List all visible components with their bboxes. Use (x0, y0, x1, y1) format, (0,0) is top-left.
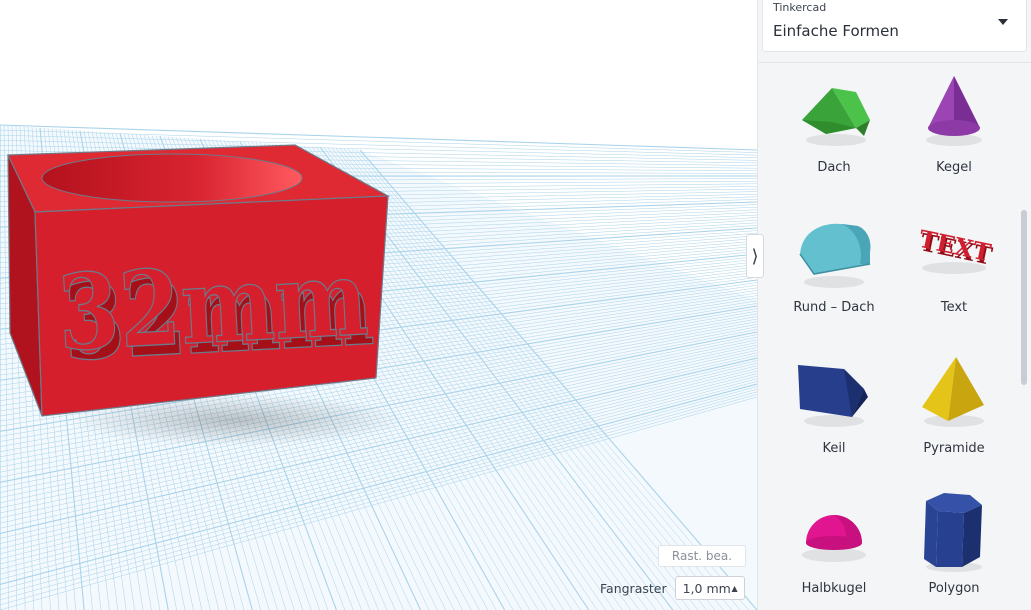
chevron-right-icon: ⟩ (751, 245, 759, 267)
shape-label: Rund – Dach (793, 300, 875, 315)
pyramid-icon (922, 357, 984, 427)
panel-divider (758, 62, 1031, 63)
shape-label: Halbkugel (801, 581, 867, 596)
panel-collapse-toggle[interactable]: ⟩ (746, 234, 764, 278)
shape-round-roof[interactable]: Rund – Dach (774, 212, 894, 352)
cone-icon (926, 76, 982, 146)
round-roof-icon (799, 223, 871, 288)
shape-label: Kegel (936, 160, 972, 175)
model-emboss-text: 32mm (55, 236, 371, 375)
shape-label: Polygon (928, 581, 980, 596)
shape-pyramid[interactable]: Pyramide (894, 353, 1014, 493)
workplane-viewport[interactable]: 32mm 32mm (0, 0, 757, 610)
polygon-icon (924, 493, 982, 572)
workplane-scene[interactable]: 32mm 32mm (0, 0, 757, 610)
roof-icon (802, 88, 870, 146)
shape-category-select[interactable]: Tinkercad Einfache Formen (762, 0, 1027, 52)
edit-grid-button[interactable]: Rast. bea. (658, 545, 746, 567)
caret-up-icon: ▲ (731, 583, 738, 593)
category-value: Einfache Formen (773, 22, 899, 40)
shape-label: Text (940, 300, 968, 315)
shapes-panel: Tinkercad Einfache Formen Dach Kegel Run… (757, 0, 1031, 610)
shape-text[interactable]: TEXT TEXT Text (894, 212, 1014, 352)
shape-polygon[interactable]: Polygon (894, 493, 1014, 610)
shape-label: Pyramide (923, 441, 985, 456)
shapes-scrollbar-thumb[interactable] (1021, 210, 1027, 385)
model-hole (41, 153, 303, 203)
wedge-icon (798, 365, 868, 427)
shape-label: Keil (822, 441, 846, 456)
snap-grid-value: 1,0 mm (682, 580, 731, 596)
half-sphere-icon (802, 515, 866, 562)
model-box[interactable]: 32mm 32mm (7, 144, 391, 417)
snap-grid-controls: Fangraster 1,0 mm ▲ (600, 575, 745, 601)
caret-down-icon (998, 19, 1008, 25)
shape-roof[interactable]: Dach (774, 72, 894, 212)
shape-wedge[interactable]: Keil (774, 353, 894, 493)
text-3d-icon: TEXT TEXT (916, 224, 994, 274)
shape-label: Dach (817, 160, 851, 175)
snap-grid-select[interactable]: 1,0 mm ▲ (674, 576, 745, 600)
shape-half-sphere[interactable]: Halbkugel (774, 493, 894, 610)
snap-grid-label: Fangraster (600, 580, 667, 596)
category-caption: Tinkercad (773, 1, 827, 14)
shape-cone[interactable]: Kegel (894, 72, 1014, 212)
